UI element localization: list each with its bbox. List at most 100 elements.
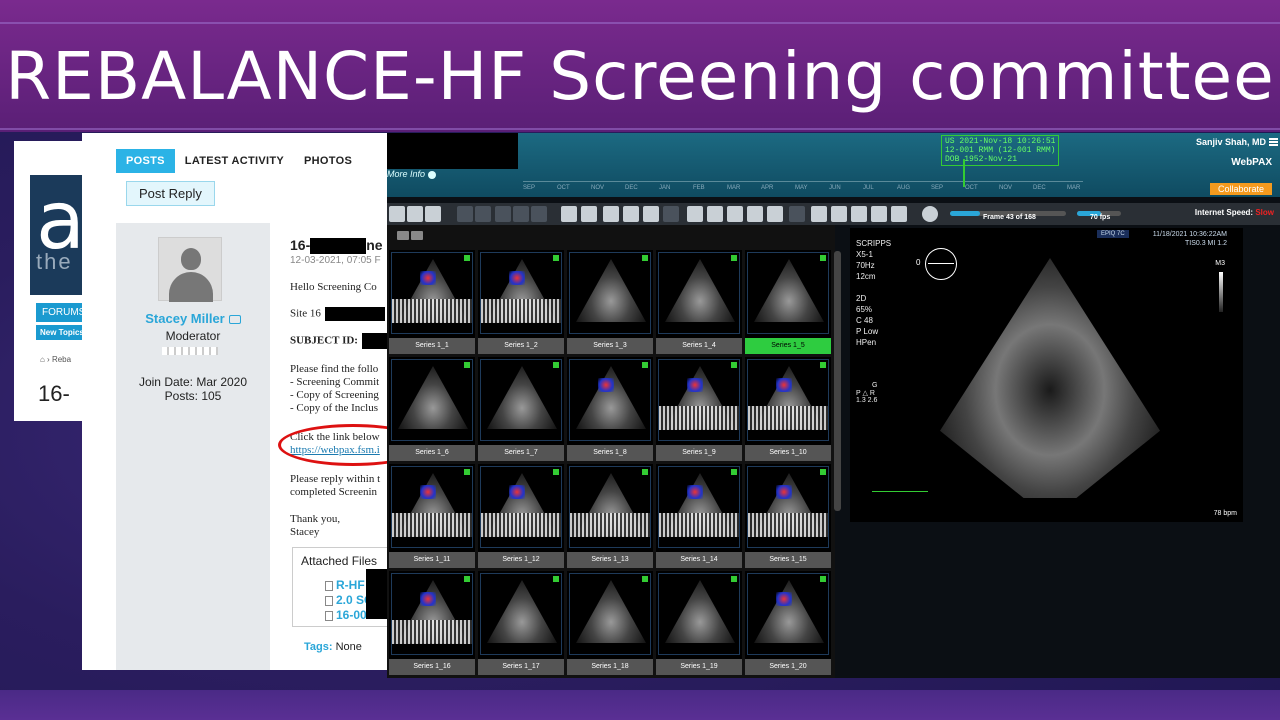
play-icon[interactable] <box>922 206 938 222</box>
series-thumbnail[interactable]: Series 1_15 <box>745 464 831 568</box>
series-thumbnail[interactable]: Series 1_18 <box>567 571 653 675</box>
tab-latest-activity[interactable]: LATEST ACTIVITY <box>175 149 294 173</box>
first-frame-icon[interactable] <box>561 206 577 222</box>
series-thumbnail[interactable]: Series 1_11 <box>389 464 475 568</box>
series-thumbnail[interactable]: Series 1_3 <box>567 250 653 354</box>
timeline-month[interactable]: DEC <box>625 185 638 191</box>
timeline-month[interactable]: MAR <box>727 185 740 191</box>
timeline-marker[interactable] <box>963 159 965 187</box>
series-thumbnail[interactable]: Series 1_16 <box>389 571 475 675</box>
import-icon[interactable] <box>475 206 491 222</box>
info-icon[interactable] <box>891 206 907 222</box>
series-thumbnail[interactable]: Series 1_9 <box>656 357 742 461</box>
download-icon[interactable] <box>457 206 473 222</box>
next-arrow-icon[interactable] <box>411 231 423 240</box>
avatar[interactable] <box>158 237 222 302</box>
tab-posts[interactable]: POSTS <box>116 149 175 173</box>
series-label: Series 1_16 <box>389 659 475 675</box>
series-thumbnail[interactable]: Series 1_6 <box>389 357 475 461</box>
timeline-month[interactable]: FEB <box>693 185 705 191</box>
series-thumbnail[interactable]: Series 1_19 <box>656 571 742 675</box>
tab-photos[interactable]: PHOTOS <box>294 149 362 173</box>
series-thumbnail[interactable]: Series 1_8 <box>567 357 653 461</box>
timeline-month[interactable]: NOV <box>999 185 1012 191</box>
series-preview <box>391 252 473 334</box>
export-icon[interactable] <box>831 206 847 222</box>
attachment-name[interactable]: R-HF <box>336 578 365 592</box>
timeline-month[interactable]: SEP <box>931 185 943 191</box>
series-thumbnail[interactable]: Series 1_10 <box>745 357 831 461</box>
series-thumbnail[interactable]: Series 1_4 <box>656 250 742 354</box>
text-icon[interactable] <box>767 206 783 222</box>
zoom-icon[interactable] <box>623 206 639 222</box>
last-frame-icon[interactable] <box>581 206 597 222</box>
author-name-text[interactable]: Stacey Miller <box>145 311 225 326</box>
ellipse-icon[interactable] <box>727 206 743 222</box>
blank-icon[interactable] <box>789 206 805 222</box>
post-reply-button[interactable]: Post Reply <box>126 181 215 206</box>
post-line: Please reply within t <box>290 473 381 485</box>
timeline-month[interactable]: JUL <box>863 185 874 191</box>
main-image-viewer[interactable]: EPIQ 7C 11/18/2021 10:36:22AM TIS0.3 MI … <box>850 228 1243 522</box>
timeline-month[interactable]: MAR <box>1067 185 1080 191</box>
more-info-text[interactable]: More Info <box>387 169 425 179</box>
series-thumbnail[interactable]: Series 1_17 <box>478 571 564 675</box>
avatar-silhouette-body <box>169 272 213 302</box>
chat-icon[interactable] <box>228 315 241 325</box>
timeline-month[interactable]: OCT <box>557 185 570 191</box>
more-info-link[interactable]: More Info <box>387 169 437 179</box>
post-bullet: - Screening Commit <box>290 376 380 388</box>
author-name[interactable]: Stacey Miller <box>116 311 270 326</box>
series-label: Series 1_12 <box>478 552 564 568</box>
share-icon[interactable] <box>513 206 529 222</box>
menu-icon[interactable] <box>1269 138 1278 146</box>
breadcrumb-item[interactable]: Reba <box>52 355 71 364</box>
blank-icon[interactable] <box>663 206 679 222</box>
thumbnail-scrollbar[interactable] <box>834 251 841 511</box>
info-icon[interactable] <box>428 170 437 179</box>
series-preview <box>569 252 651 334</box>
measure-icon[interactable] <box>687 206 703 222</box>
upload-icon[interactable] <box>811 206 827 222</box>
timeline-month[interactable]: APR <box>761 185 773 191</box>
grid-3-icon[interactable] <box>425 206 441 222</box>
timeline-month[interactable]: JAN <box>659 185 670 191</box>
grid-1-icon[interactable] <box>389 206 405 222</box>
folder-icon[interactable] <box>495 206 511 222</box>
timeline-month[interactable]: NOV <box>591 185 604 191</box>
series-thumbnail[interactable]: Series 1_1 <box>389 250 475 354</box>
status-icon <box>553 469 559 475</box>
series-thumbnail[interactable]: Series 1_5 <box>745 250 831 354</box>
series-thumbnail[interactable]: Series 1_20 <box>745 571 831 675</box>
series-thumbnail[interactable]: Series 1_2 <box>478 250 564 354</box>
collaborate-button[interactable]: Collaborate <box>1209 183 1272 195</box>
series-thumbnail[interactable]: Series 1_7 <box>478 357 564 461</box>
timeline-month[interactable]: MAY <box>795 185 808 191</box>
layout-icon[interactable] <box>531 206 547 222</box>
pan-icon[interactable] <box>643 206 659 222</box>
report-icon[interactable] <box>871 206 887 222</box>
grid-2-icon[interactable] <box>407 206 423 222</box>
timeline-month[interactable]: SEP <box>523 185 535 191</box>
status-icon <box>820 576 826 582</box>
series-preview <box>658 359 740 441</box>
tags-label: Tags: <box>304 641 333 653</box>
series-thumbnail[interactable]: Series 1_13 <box>567 464 653 568</box>
tags-value: None <box>335 641 362 653</box>
series-preview <box>747 359 829 441</box>
timeline-month[interactable]: DEC <box>1033 185 1046 191</box>
timeline-month[interactable]: JUN <box>829 185 841 191</box>
gauge-values: 1.3 2.6 <box>856 397 878 404</box>
attachment-link[interactable]: R-HF <box>325 578 365 592</box>
timeline-month[interactable]: OCT <box>965 185 978 191</box>
user-name[interactable]: Sanjiv Shah, MD <box>1196 137 1266 147</box>
series-thumbnail[interactable]: Series 1_14 <box>656 464 742 568</box>
contrast-icon[interactable] <box>603 206 619 222</box>
caliper-icon[interactable] <box>707 206 723 222</box>
series-thumbnail[interactable]: Series 1_12 <box>478 464 564 568</box>
angle-icon[interactable] <box>747 206 763 222</box>
doppler-waveform <box>392 620 472 644</box>
timeline-month[interactable]: AUG <box>897 185 910 191</box>
prev-arrow-icon[interactable] <box>397 231 409 240</box>
image-icon[interactable] <box>851 206 867 222</box>
